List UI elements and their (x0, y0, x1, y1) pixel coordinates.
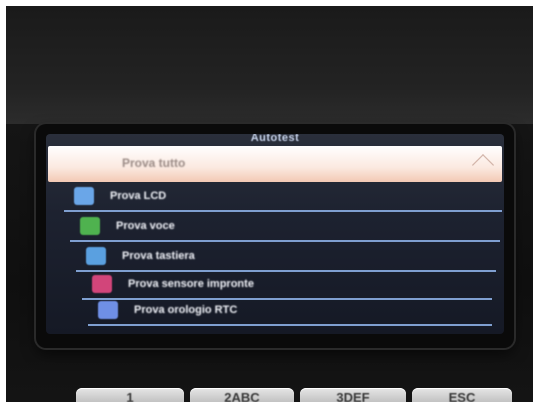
device-top-surface (6, 6, 533, 124)
menu-item-label: Prova sensore impronte (128, 278, 254, 290)
clock-icon (98, 301, 118, 319)
lcd-screen: Autotest Prova tutto Prova LCD Prova voc… (46, 134, 504, 334)
key-3def[interactable]: 3DEF (300, 388, 406, 402)
screen-title: Autotest (250, 134, 300, 144)
device-frame: Autotest Prova tutto Prova LCD Prova voc… (6, 6, 533, 402)
lcd-icon (74, 187, 94, 205)
menu-item-label: Prova LCD (110, 190, 167, 202)
key-label: 1 (126, 390, 134, 402)
keypad: 1 2ABC 3DEF ESC (6, 376, 533, 402)
chevron-right-icon (471, 153, 495, 177)
menu-item-label: Prova orologio RTC (134, 304, 238, 316)
menu-item-prova-lcd[interactable]: Prova LCD (64, 184, 502, 212)
menu-item-label: Prova tastiera (122, 250, 195, 262)
key-label: ESC (448, 390, 476, 402)
fingerprint-icon (92, 275, 112, 293)
speaker-icon (80, 217, 100, 235)
key-1[interactable]: 1 (76, 388, 184, 402)
menu-item-prova-tastiera[interactable]: Prova tastiera (76, 244, 496, 272)
menu-item-label: Prova voce (116, 220, 175, 232)
menu-item-prova-orologio-rtc[interactable]: Prova orologio RTC (88, 298, 492, 326)
key-label: 2ABC (224, 390, 260, 402)
menu-item-prova-voce[interactable]: Prova voce (70, 214, 500, 242)
menu-item-label: Prova tutto (122, 156, 186, 170)
key-2abc[interactable]: 2ABC (190, 388, 294, 402)
menu-item-prova-tutto[interactable]: Prova tutto (48, 146, 502, 182)
key-label: 3DEF (336, 390, 370, 402)
menu-item-prova-sensore-impronte[interactable]: Prova sensore impronte (82, 272, 492, 300)
key-esc[interactable]: ESC (412, 388, 512, 402)
keyboard-icon (86, 247, 106, 265)
